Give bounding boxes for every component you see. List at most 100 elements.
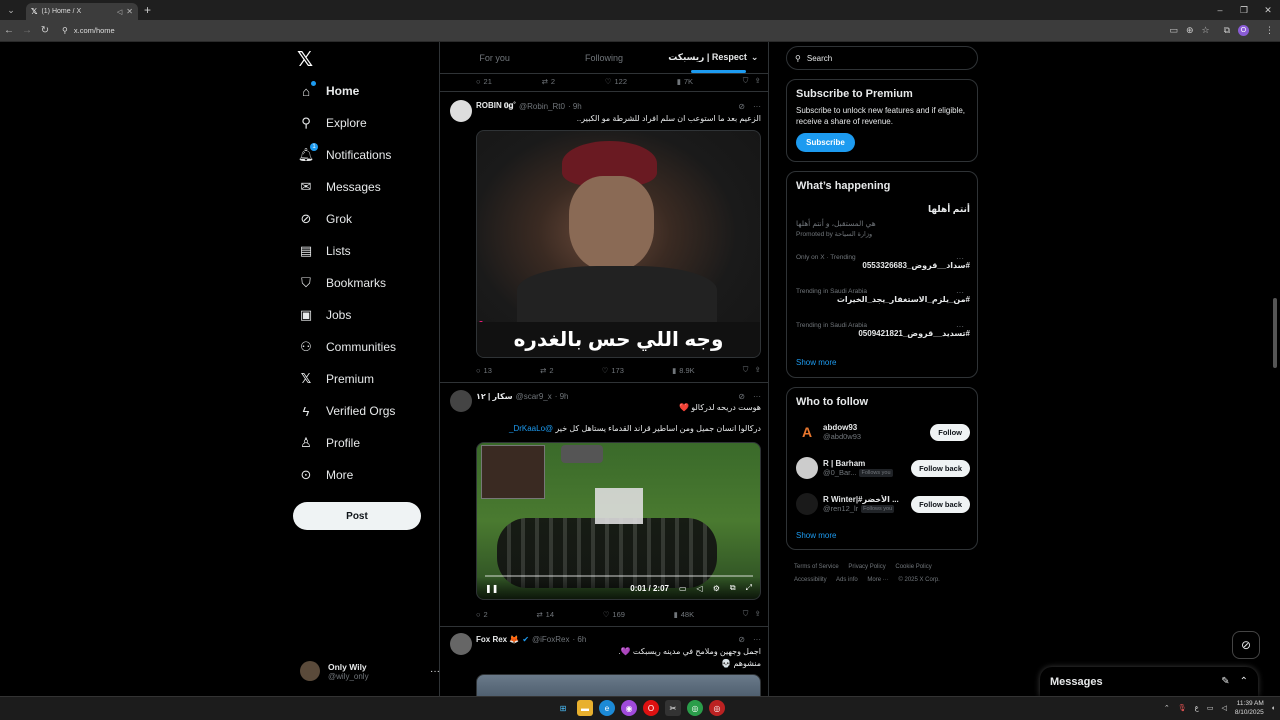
- bookmark-icon[interactable]: ⛉ ⇪: [743, 76, 761, 86]
- grok-icon[interactable]: ⊘: [738, 102, 745, 111]
- footer-link[interactable]: Privacy Policy: [848, 564, 885, 570]
- more-dots-icon[interactable]: ···: [956, 322, 964, 331]
- nav-home[interactable]: ⌂ Home: [298, 79, 359, 103]
- nav-messages[interactable]: ✉ Messages: [298, 175, 381, 199]
- volume-icon[interactable]: ◁: [697, 584, 703, 593]
- avatar[interactable]: [450, 390, 472, 412]
- promoted-trend[interactable]: أنتم أهلها هي المستقبل، و أنتم أهلها Pro…: [796, 204, 970, 238]
- nav-grok[interactable]: ⊘ Grok: [298, 207, 352, 231]
- grok-icon[interactable]: ⊘: [738, 392, 745, 401]
- footer-link[interactable]: More ···: [867, 577, 888, 583]
- chevron-up-icon[interactable]: ⌃: [1240, 676, 1248, 687]
- like-button[interactable]: ♡ 169: [603, 610, 625, 619]
- tab-search-icon[interactable]: ⌄: [2, 2, 20, 18]
- trend-item[interactable]: Only on X · Trending #سداد__قروض_0553326…: [796, 254, 970, 270]
- profile-avatar[interactable]: O: [1238, 25, 1249, 36]
- notification-center-icon[interactable]: ◐: [1272, 705, 1276, 712]
- like-button[interactable]: ♡ 173: [602, 366, 624, 375]
- footer-link[interactable]: Terms of Service: [794, 564, 839, 570]
- messenger-icon[interactable]: ◉: [621, 700, 637, 716]
- zoom-icon[interactable]: ⊕: [1186, 25, 1194, 36]
- nav-premium[interactable]: 𝕏 Premium: [298, 367, 374, 391]
- follow-button[interactable]: Follow: [930, 423, 970, 441]
- nav-verified-orgs[interactable]: ϟ Verified Orgs: [298, 399, 396, 423]
- microphone-icon[interactable]: 🎙︎: [1178, 704, 1187, 712]
- mention-link[interactable]: @DrKaaLo_: [509, 424, 553, 433]
- repost-button[interactable]: ⇄ 14: [536, 610, 554, 619]
- cast-icon[interactable]: ▭: [1169, 25, 1178, 36]
- volume-icon[interactable]: ◁: [1221, 704, 1226, 712]
- restore-icon[interactable]: ❐: [1232, 5, 1256, 16]
- more-dots-icon[interactable]: ···: [956, 288, 964, 297]
- tweet-author-name[interactable]: Fox Rex 🦊: [476, 635, 519, 644]
- trend-item[interactable]: Trending in Saudi Arabia #من_يلزم_الاستغ…: [796, 288, 970, 304]
- new-tab-button[interactable]: +: [144, 3, 151, 17]
- speaker-icon[interactable]: ◁: [117, 8, 122, 16]
- browser-menu-icon[interactable]: ⋮: [1265, 25, 1274, 36]
- site-info-icon[interactable]: ⚲: [62, 26, 68, 35]
- grok-icon[interactable]: ⊘: [1232, 631, 1260, 659]
- opera-icon[interactable]: O: [643, 700, 659, 716]
- bookmark-icon[interactable]: ⛉ ⇪: [743, 609, 761, 619]
- grok-icon[interactable]: ⊘: [738, 635, 745, 644]
- repost-button[interactable]: ⇄ 2: [542, 77, 555, 86]
- more-dots-icon[interactable]: ···: [753, 635, 761, 644]
- footer-link[interactable]: Ads info: [836, 577, 858, 583]
- minimize-icon[interactable]: –: [1208, 5, 1232, 15]
- follow-suggestion[interactable]: A abdow93 @abd0w93 Follow: [796, 420, 970, 444]
- new-message-icon[interactable]: ✎: [1221, 676, 1229, 687]
- clock[interactable]: 11:39 AM 8/10/2025: [1235, 699, 1264, 717]
- browser-tab[interactable]: 𝕏 (1) Home / X ◁ ✕: [26, 3, 138, 20]
- views-button[interactable]: ▮ 7K: [677, 77, 693, 86]
- avatar[interactable]: [450, 100, 472, 122]
- tweet-video[interactable]: ❚❚ 0:01 / 2:07 ▭ ◁ ⚙ ⧉ ⤢: [476, 442, 761, 600]
- nav-explore[interactable]: ⚲ Explore: [298, 111, 366, 135]
- tray-chevron-icon[interactable]: ⌃: [1164, 704, 1170, 712]
- subscribe-button[interactable]: Subscribe: [796, 133, 855, 152]
- fullscreen-icon[interactable]: ⤢: [746, 583, 752, 593]
- more-dots-icon[interactable]: ···: [956, 254, 964, 263]
- nav-bookmarks[interactable]: ⛉ Bookmarks: [298, 271, 386, 295]
- account-switcher[interactable]: Only Wily @wily_only ···: [300, 658, 440, 684]
- footer-link[interactable]: Accessibility: [794, 577, 827, 583]
- repost-button[interactable]: ⇄ 2: [540, 366, 553, 375]
- bookmark-icon[interactable]: ⛉ ⇪: [743, 365, 761, 375]
- nav-profile[interactable]: ♙ Profile: [298, 431, 360, 455]
- chrome-dev-icon[interactable]: ◎: [709, 700, 725, 716]
- follow-back-button[interactable]: Follow back: [911, 495, 970, 513]
- pause-icon[interactable]: ❚❚: [485, 584, 498, 593]
- tweet-author-handle[interactable]: @iFoxRex: [532, 635, 569, 644]
- tweet-author-handle[interactable]: @scar9_x: [516, 392, 552, 401]
- avatar[interactable]: [450, 633, 472, 655]
- more-dots-icon[interactable]: ···: [753, 392, 761, 401]
- like-button[interactable]: ♡ 122: [605, 77, 627, 86]
- tweet-time[interactable]: · 9h: [555, 392, 569, 401]
- capcut-icon[interactable]: ✂: [665, 700, 681, 716]
- language-indicator[interactable]: ع: [1195, 704, 1199, 712]
- nav-jobs[interactable]: ▣ Jobs: [298, 303, 352, 327]
- messages-drawer[interactable]: Messages ✎ ⌃: [1040, 667, 1258, 696]
- more-dots-icon[interactable]: ···: [753, 102, 761, 111]
- search-input[interactable]: ⚲ Search: [786, 46, 978, 70]
- tweet-author-handle[interactable]: @Robin_Rt0: [519, 102, 565, 111]
- show-more-link[interactable]: Show more: [796, 358, 836, 367]
- extensions-icon[interactable]: ⧉: [1224, 25, 1230, 36]
- edge-icon[interactable]: e: [599, 700, 615, 716]
- file-explorer-icon[interactable]: ▬: [577, 700, 593, 716]
- windows-start-icon[interactable]: ⊞: [555, 700, 571, 716]
- forward-icon[interactable]: →: [18, 25, 36, 36]
- reply-button[interactable]: ○ 13: [476, 366, 492, 375]
- tweet-time[interactable]: · 9h: [568, 102, 582, 111]
- footer-link[interactable]: Cookie Policy: [895, 564, 931, 570]
- nav-more[interactable]: ⊙ More: [298, 463, 354, 487]
- tab-respect-list[interactable]: ريسبكت | Respect ⌄: [659, 42, 768, 73]
- back-icon[interactable]: ←: [0, 25, 18, 36]
- follow-suggestion[interactable]: R | Barham @0_Bar... Follows you Follow b…: [796, 456, 970, 480]
- nav-notifications[interactable]: 🔔︎ 1 Notifications: [298, 143, 391, 167]
- views-button[interactable]: ▮ 8.9K: [672, 366, 695, 375]
- follow-suggestion[interactable]: R Winter|#الأخضر ... @ren12_lr Follows yo…: [796, 492, 970, 516]
- settings-icon[interactable]: ⚙: [713, 584, 720, 593]
- tab-following[interactable]: Following: [549, 42, 658, 73]
- tab-for-you[interactable]: For you: [440, 42, 549, 73]
- url-field[interactable]: ⚲ x.com/home: [62, 26, 115, 35]
